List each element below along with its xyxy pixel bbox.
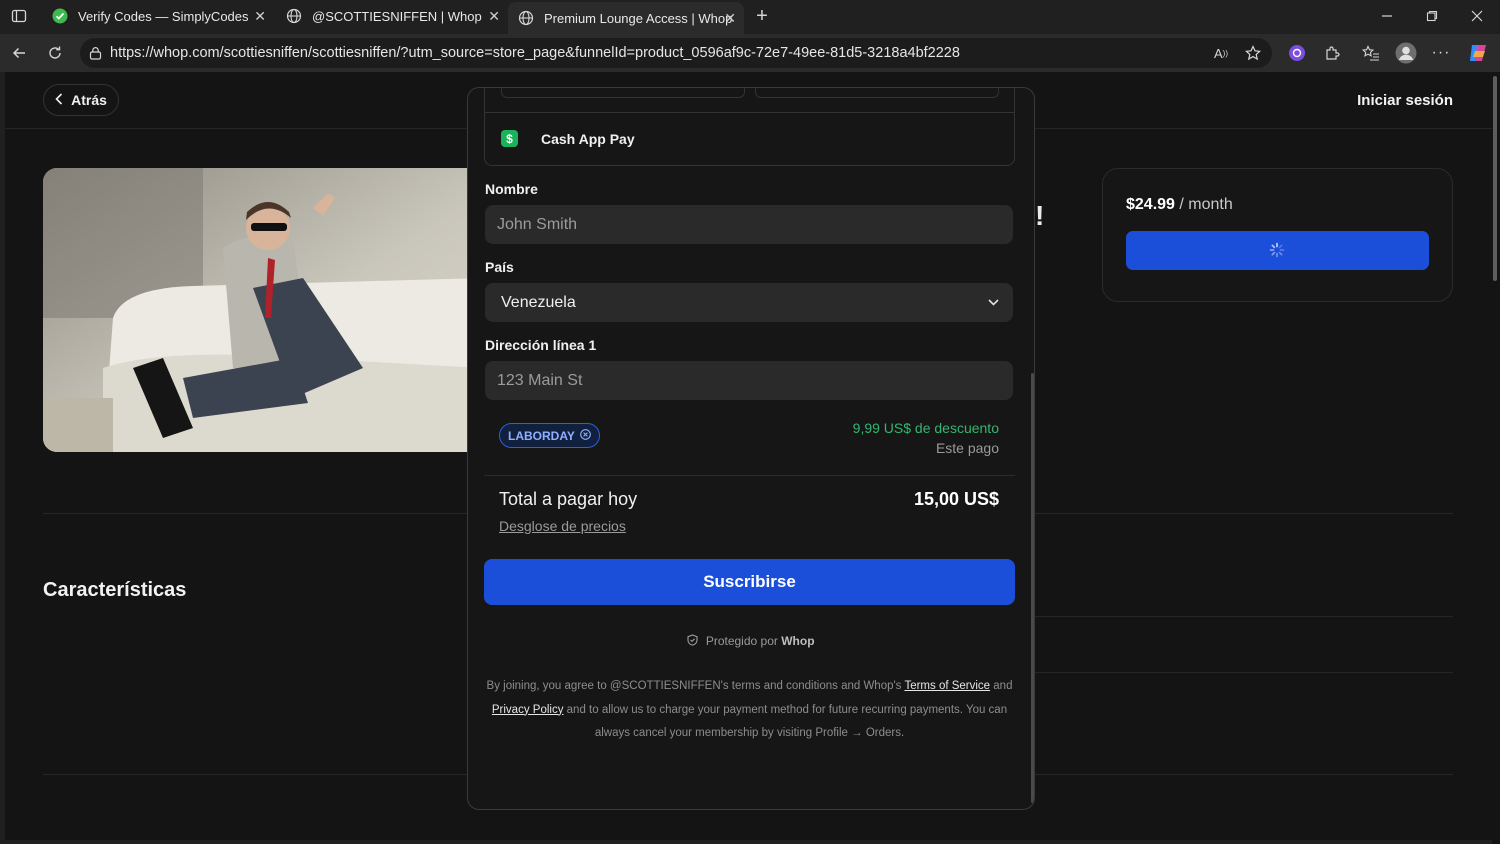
section-divider xyxy=(1035,672,1453,673)
loading-spinner-icon xyxy=(1269,242,1285,263)
total-label: Total a pagar hoy xyxy=(499,489,638,509)
sidebar-toggle-icon[interactable] xyxy=(10,7,28,25)
browser-tab-bar: Verify Codes — SimplyCodes ✕ @SCOTTIESNI… xyxy=(0,0,1500,34)
protected-by-whop: Protegido por Whop xyxy=(468,634,1034,649)
protected-brand: Whop xyxy=(781,634,815,648)
legal-disclaimer: By joining, you agree to @SCOTTIESNIFFEN… xyxy=(484,675,1015,746)
remove-coupon-icon[interactable] xyxy=(580,428,591,443)
total-amount: 15,00 US$ xyxy=(913,489,999,509)
subscribe-button[interactable]: Suscribirse xyxy=(484,559,1015,605)
privacy-policy-link[interactable]: Privacy Policy xyxy=(492,704,564,716)
cashapp-pay-option[interactable]: Cash App Pay xyxy=(541,131,635,147)
tab-scottiesniffen[interactable]: @SCOTTIESNIFFEN | Whop ✕ xyxy=(276,0,508,32)
legal-text: and xyxy=(990,680,1013,692)
coupon-code: LABORDAY xyxy=(508,428,575,443)
address-label: Dirección línea 1 xyxy=(485,337,597,353)
discount-amount: 9,99 US$ de descuento xyxy=(852,420,999,436)
copilot-icon[interactable] xyxy=(1466,41,1490,65)
name-label: Nombre xyxy=(485,181,538,197)
minimize-icon[interactable] xyxy=(1376,6,1398,26)
features-heading: Características xyxy=(43,579,187,601)
checkout-modal: $ Cash App Pay Nombre John Smith País Ve… xyxy=(467,87,1035,810)
modal-scrollbar[interactable] xyxy=(1031,373,1034,803)
price-text: $24.99 / month xyxy=(1126,196,1233,214)
address-field[interactable]: 123 Main St xyxy=(485,361,1013,400)
price-value: $24.99 xyxy=(1126,196,1175,213)
more-menu-icon[interactable]: ··· xyxy=(1430,42,1452,64)
price-period: / month xyxy=(1174,196,1233,213)
back-arrow-icon[interactable] xyxy=(8,42,30,64)
lock-icon[interactable] xyxy=(88,46,102,60)
join-button-loading[interactable] xyxy=(1126,231,1429,270)
payment-divider xyxy=(485,112,1014,113)
protected-text: Protegido por xyxy=(705,634,782,648)
tab-title: Premium Lounge Access | Whop xyxy=(544,10,733,26)
close-tab-icon[interactable]: ✕ xyxy=(488,8,500,25)
section-divider xyxy=(1035,616,1453,617)
price-breakdown-link[interactable]: Desglose de precios xyxy=(499,518,626,534)
tab-title: Verify Codes — SimplyCodes xyxy=(78,8,249,24)
close-tab-icon[interactable]: ✕ xyxy=(254,8,266,25)
back-button[interactable]: Atrás xyxy=(43,84,119,116)
login-link[interactable]: Iniciar sesión xyxy=(1357,92,1453,109)
reload-icon[interactable] xyxy=(44,42,66,64)
url-bar[interactable]: https://whop.com/scottiesniffen/scotties… xyxy=(80,38,1272,68)
url-text: https://whop.com/scottiesniffen/scotties… xyxy=(110,45,960,61)
favorites-list-icon[interactable] xyxy=(1360,42,1382,64)
discount-scope: Este pago xyxy=(935,440,999,456)
address-toolbar: https://whop.com/scottiesniffen/scotties… xyxy=(0,34,1500,72)
name-field[interactable]: John Smith xyxy=(485,205,1013,244)
tab-simplycodes[interactable]: Verify Codes — SimplyCodes ✕ xyxy=(42,0,274,32)
globe-icon xyxy=(286,8,302,24)
extensions-puzzle-icon[interactable] xyxy=(1321,42,1343,64)
product-hero-image xyxy=(43,168,483,452)
new-tab-icon[interactable]: + xyxy=(751,5,773,27)
simplycodes-check-icon xyxy=(52,8,68,24)
cashapp-icon: $ xyxy=(501,130,518,147)
copilot-extension-icon[interactable] xyxy=(1286,42,1308,64)
pricing-card: $24.99 / month xyxy=(1102,168,1453,302)
country-label: País xyxy=(485,259,514,275)
chevron-left-icon xyxy=(55,92,63,108)
page-content: Atrás Iniciar sesión ! $24.99 / month Ca… xyxy=(5,72,1493,840)
tab-premium-lounge[interactable]: Premium Lounge Access | Whop ✕ xyxy=(508,2,744,34)
coupon-badge[interactable]: LABORDAY xyxy=(499,423,600,448)
close-tab-icon[interactable]: ✕ xyxy=(724,10,736,27)
legal-text: By joining, you agree to @SCOTTIESNIFFEN… xyxy=(486,680,905,692)
terms-of-service-link[interactable]: Terms of Service xyxy=(904,680,990,692)
country-select[interactable]: Venezuela xyxy=(485,283,1013,322)
tab-title: @SCOTTIESNIFFEN | Whop xyxy=(312,8,482,24)
payment-option-stub[interactable] xyxy=(755,88,999,98)
discount-info: 9,99 US$ de descuento Este pago xyxy=(853,418,999,458)
chevron-down-icon xyxy=(988,295,999,309)
back-label: Atrás xyxy=(71,92,107,108)
page-scrollbar-thumb[interactable] xyxy=(1493,76,1497,281)
total-divider xyxy=(484,475,1015,476)
legal-text: and to allow us to charge your payment m… xyxy=(563,703,1008,740)
payment-method-list: $ Cash App Pay xyxy=(484,88,1015,166)
restore-icon[interactable] xyxy=(1421,6,1443,26)
favorite-star-icon[interactable] xyxy=(1244,44,1262,62)
country-value: Venezuela xyxy=(501,293,576,311)
title-fragment: ! xyxy=(1035,200,1045,231)
globe-icon xyxy=(518,10,534,26)
shield-check-icon xyxy=(687,634,701,649)
close-window-icon[interactable] xyxy=(1466,6,1488,26)
payment-option-stub[interactable] xyxy=(501,88,745,98)
profile-avatar-icon[interactable] xyxy=(1394,41,1418,65)
read-aloud-icon[interactable]: A)) xyxy=(1212,44,1230,62)
